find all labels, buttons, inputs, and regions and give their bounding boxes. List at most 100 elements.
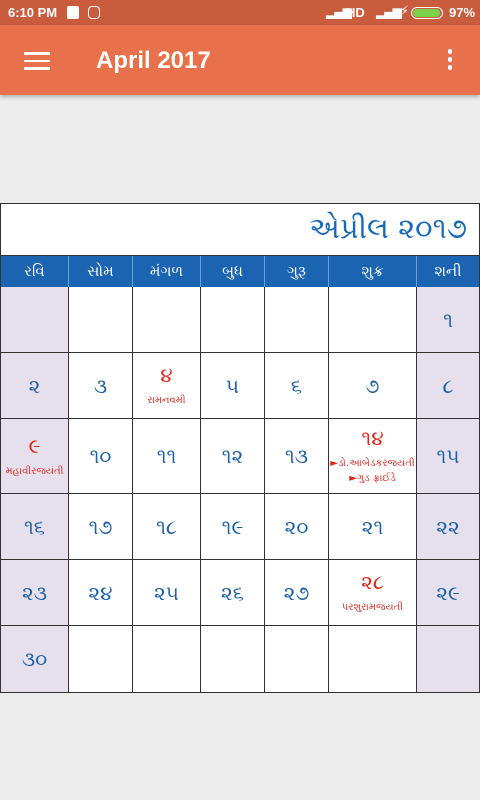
day-number: ૨૨ (436, 514, 460, 539)
calendar-day-cell[interactable]: ૫ (201, 353, 265, 419)
month-calendar: એપ્રીલ ૨૦૧૭ રવિ સોમ મંગળ બુધ ગુરૂ શુક્ર શની ૧૨… (0, 203, 480, 693)
calendar-day-cell (69, 626, 133, 692)
weekday-label: રવિ (1, 256, 69, 287)
charging-icon: ⚡ (400, 4, 410, 19)
calendar-day-cell (417, 626, 479, 692)
calendar-day-cell[interactable]: ૧૧ (133, 419, 201, 494)
calendar-day-cell[interactable]: ૧૪ ►ડો.આંબેડકરજયંતી ►ગુડ ફ્રાઈડે (329, 419, 417, 494)
battery-icon (411, 7, 443, 19)
hamburger-menu-icon[interactable] (24, 52, 50, 70)
app-bar: April 2017 (0, 25, 480, 95)
calendar-day-cell[interactable]: ૨૮ પરશુરામજયંતી (329, 560, 417, 626)
calendar-day-cell (133, 287, 201, 353)
calendar-day-cell[interactable]: ૧૫ (417, 419, 479, 494)
day-number: ૧૧ (156, 444, 177, 468)
calendar-day-cell[interactable]: ૩૦ (1, 626, 69, 692)
day-number: ૬ (290, 373, 303, 398)
day-number: ૭ (365, 373, 380, 398)
calendar-day-cell[interactable]: ૪ રામનવમી (133, 353, 201, 419)
day-number: ૪ (160, 363, 173, 387)
calendar-day-cell[interactable]: ૮ (417, 353, 479, 419)
day-number: ૨૫ (154, 580, 179, 605)
calendar-day-cell (133, 626, 201, 692)
weekday-label: મંગળ (133, 256, 201, 287)
day-number: ૩૦ (21, 647, 48, 671)
calendar-day-cell[interactable]: ૧૯ (201, 494, 265, 560)
weekday-label: સોમ (69, 256, 133, 287)
day-number: ૨૭ (283, 580, 310, 605)
calendar-day-cell[interactable]: ૧૦ (69, 419, 133, 494)
page-title: April 2017 (96, 47, 211, 74)
battery-percent: 97% (449, 5, 476, 20)
day-number: ૨૩ (21, 580, 48, 605)
holiday-label: રામનવમી (147, 393, 185, 408)
calendar-day-cell[interactable]: ૨૫ (133, 560, 201, 626)
day-number: ૨ (28, 373, 41, 398)
calendar-day-cell (265, 287, 329, 353)
calendar-day-cell[interactable]: ૨ (1, 353, 69, 419)
calendar-month-title: એપ્રીલ ૨૦૧૭ (1, 204, 479, 256)
calendar-day-cell[interactable]: ૧૭ (69, 494, 133, 560)
day-number: ૧૭ (88, 514, 113, 539)
day-number: ૮ (442, 373, 454, 398)
calendar-day-cell[interactable]: ૧૩ (265, 419, 329, 494)
calendar-day-cell (329, 287, 417, 353)
day-number: ૧૮ (156, 514, 177, 539)
calendar-day-cell[interactable]: ૨૩ (1, 560, 69, 626)
calendar-day-cell (329, 626, 417, 692)
holiday-event-text: મહાવીરજયંતી (5, 465, 64, 477)
calendar-day-cell (1, 287, 69, 353)
day-number: ૨૬ (221, 580, 244, 605)
holiday-label: ►ડો.આંબેડકરજયંતી ►ગુડ ફ્રાઈડે (330, 456, 414, 486)
status-time: 6:10 PM (8, 5, 58, 20)
day-number: ૨૪ (88, 580, 113, 605)
weekday-label: શુક્ર (329, 256, 417, 287)
calendar-day-cell[interactable]: ૨૦ (265, 494, 329, 560)
day-number: ૨૧ (361, 514, 384, 539)
battery-fill (413, 9, 441, 17)
weekday-label: બુધ (201, 256, 265, 287)
app-notification-icon (88, 6, 100, 19)
day-number: ૫ (225, 373, 240, 398)
calendar-day-cell (69, 287, 133, 353)
calendar-day-cell[interactable]: ૭ (329, 353, 417, 419)
signal-icon-2: ▂▄▆ (376, 5, 402, 19)
calendar-day-cell[interactable]: ૨૬ (201, 560, 265, 626)
day-number: ૯ (28, 433, 41, 458)
calendar-day-cell[interactable]: ૧૨ (201, 419, 265, 494)
calendar-day-cell[interactable]: ૧૬ (1, 494, 69, 560)
calendar-day-cell[interactable]: ૧૮ (133, 494, 201, 560)
calendar-grid: ૧ ૨ ૩ ૪ રામનવમી ૫ ૬ ૭ ૮ ૯ મહાવીરજયંતી ૧૦ ૧૧ ૧૨ ૧૩ ૧૪ ►ડો… (1, 287, 479, 692)
weekday-label: ગુરૂ (265, 256, 329, 287)
weekday-header: રવિ સોમ મંગળ બુધ ગુરૂ શુક્ર શની (1, 256, 479, 287)
day-number: ૩ (93, 373, 108, 398)
day-number: ૧૦ (89, 444, 112, 468)
day-number: ૧૪ (361, 426, 384, 450)
weekday-label: શની (434, 262, 462, 280)
calendar-day-cell (201, 626, 265, 692)
holiday-event-text: રામનવમી (147, 395, 186, 406)
calendar-day-cell[interactable]: ૨૧ (329, 494, 417, 560)
calendar-day-cell[interactable]: ૨૭ (265, 560, 329, 626)
calendar-day-cell[interactable]: ૧ (417, 287, 479, 353)
day-number: ૧૫ (436, 444, 460, 468)
more-options-icon[interactable] (442, 49, 458, 73)
day-number: ૧૬ (24, 514, 45, 539)
status-bar: 6:10 PM ▂▄▆ HD ▂▄▆ ⚡ 97% (0, 0, 480, 25)
calendar-day-cell[interactable]: ૨૨ (417, 494, 479, 560)
holiday-event-text: ►ડો.આંબેડકરજયંતી (330, 458, 415, 469)
day-number: ૧૩ (284, 444, 309, 468)
calendar-day-cell[interactable]: ૨૯ (417, 560, 479, 626)
calendar-day-cell[interactable]: ૨૪ (69, 560, 133, 626)
day-number: ૨૦ (284, 514, 309, 539)
calendar-day-cell[interactable]: ૩ (69, 353, 133, 419)
day-number: ૧૨ (221, 444, 244, 468)
day-number: ૨૮ (361, 570, 384, 594)
calendar-day-cell[interactable]: ૯ મહાવીરજયંતી (1, 419, 69, 494)
calendar-day-cell[interactable]: ૬ (265, 353, 329, 419)
day-number: ૧ (443, 307, 453, 332)
holiday-event-text: ►ગુડ ફ્રાઈડે (349, 473, 396, 484)
holiday-label: પરશુરામજયંતી (342, 600, 403, 615)
network-type-label: HD (346, 5, 365, 20)
holiday-event-text: પરશુરામજયંતી (341, 602, 404, 613)
